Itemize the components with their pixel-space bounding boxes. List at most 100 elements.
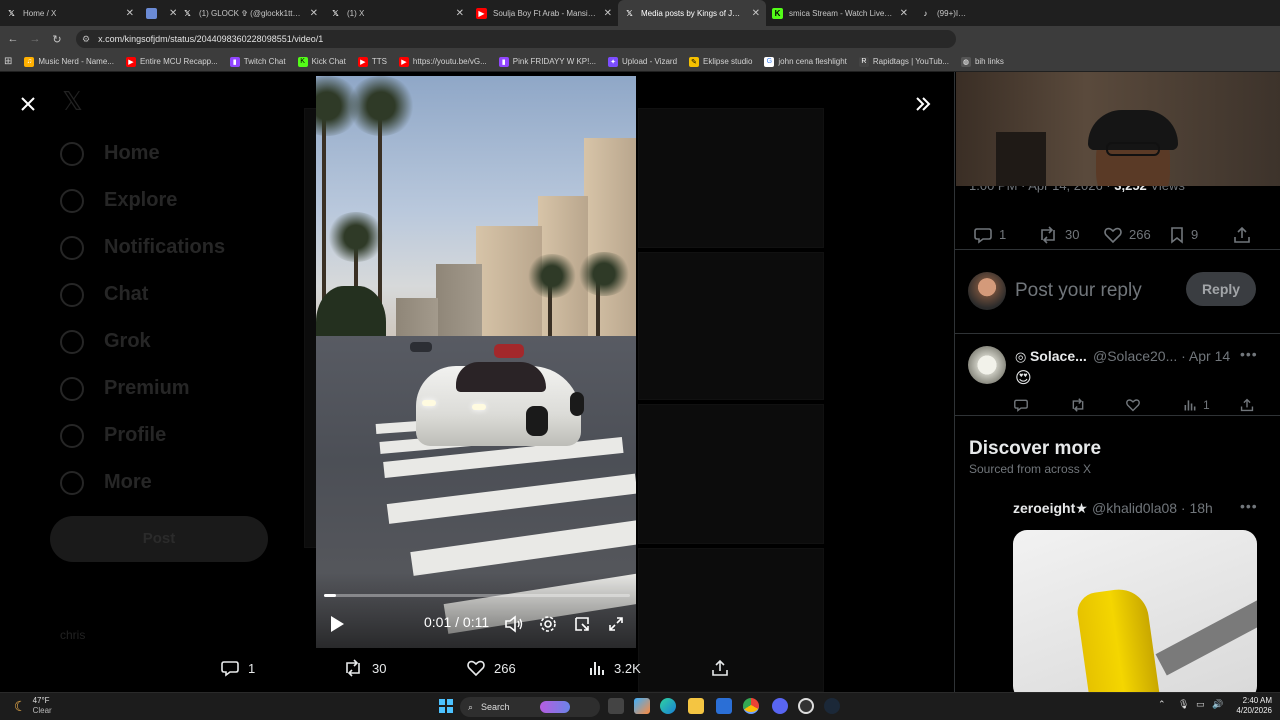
browser-tab[interactable]: 𝕏 Home / X ✕ xyxy=(0,0,140,26)
share-action[interactable] xyxy=(1232,226,1258,244)
reload-icon[interactable]: ↻ xyxy=(46,33,68,46)
avatar[interactable] xyxy=(968,346,1006,384)
views-count: 3.2K xyxy=(614,660,641,676)
close-icon[interactable] xyxy=(16,92,40,116)
bg-nav-item: Premium xyxy=(50,365,290,412)
discord-icon[interactable] xyxy=(772,698,788,714)
windows-start-icon[interactable] xyxy=(438,698,454,714)
close-icon[interactable]: ✕ xyxy=(310,8,318,19)
close-icon[interactable]: ✕ xyxy=(126,8,134,19)
discover-media[interactable] xyxy=(1013,530,1257,692)
video-progress-bar[interactable] xyxy=(324,594,630,597)
tray-chevron-icon[interactable]: ⌃ xyxy=(1158,699,1166,710)
reply-action[interactable]: 1 xyxy=(220,656,255,680)
heart-icon[interactable] xyxy=(1125,398,1141,412)
discover-author-handle[interactable]: @khalid0la08 · 18h xyxy=(1092,500,1213,516)
browser-tab-active[interactable]: 𝕏 Media posts by Kings of JDM ( ✕ xyxy=(618,0,766,26)
bookmark-item[interactable]: Gjohn cena fleshlight xyxy=(764,56,847,67)
repost-icon[interactable] xyxy=(1069,398,1087,412)
views-action[interactable]: 1 xyxy=(1183,398,1210,412)
reply-input[interactable]: Post your reply xyxy=(1015,280,1142,302)
close-icon[interactable]: ✕ xyxy=(456,8,464,19)
more-options-icon[interactable]: ••• xyxy=(1240,498,1258,514)
microphone-icon[interactable]: 🎙 xyxy=(1178,699,1189,710)
close-icon[interactable]: ✕ xyxy=(752,8,760,19)
volume-icon[interactable] xyxy=(502,612,526,636)
bookmark-item[interactable]: ▶ Entire MCU Recapp... xyxy=(125,56,218,67)
like-action[interactable]: 266 xyxy=(1103,226,1151,244)
like-count: 266 xyxy=(1129,227,1151,242)
more-options-icon[interactable]: ••• xyxy=(1240,346,1258,362)
copilot-icon[interactable] xyxy=(634,698,650,714)
task-view-icon[interactable] xyxy=(608,698,624,714)
browser-tab[interactable]: 𝕏 (1) X ✕ xyxy=(324,0,470,26)
bookmark-item[interactable]: ✦ Upload - Vizard xyxy=(608,56,677,67)
expand-panel-icon[interactable] xyxy=(910,92,936,116)
views-action[interactable]: 3.2K xyxy=(588,656,641,680)
taskbar-search[interactable]: ⌕ Search xyxy=(460,697,600,717)
bookmark-item[interactable]: ▶ TTS xyxy=(357,56,387,67)
share-action[interactable] xyxy=(710,656,738,680)
bookmark-item[interactable]: ◍ bih links xyxy=(960,56,1004,67)
volume-icon[interactable]: 🔊 xyxy=(1212,699,1223,710)
reply-button[interactable]: Reply xyxy=(1186,272,1256,306)
bookmark-item[interactable]: ▶ https://youtu.be/vG... xyxy=(398,56,487,67)
browser-tab[interactable]: K smica Stream - Watch Live on K ✕ xyxy=(766,0,914,26)
browser-tab[interactable]: ▶ Soulja Boy Ft Arab - Mansion P ✕ xyxy=(470,0,618,26)
bookmark-item[interactable]: K Kick Chat xyxy=(297,56,346,67)
store-icon[interactable] xyxy=(716,698,732,714)
close-icon[interactable]: ✕ xyxy=(169,8,176,19)
video-car-red xyxy=(494,344,524,358)
bookmark-item[interactable]: ✎ Eklipse studio xyxy=(689,56,752,67)
bookmark-item[interactable]: R Rapidtags | YouTub... xyxy=(858,56,949,67)
like-action[interactable]: 266 xyxy=(466,656,516,680)
kick-icon: K xyxy=(297,56,308,67)
picture-in-picture-icon[interactable] xyxy=(570,612,594,636)
repost-count: 30 xyxy=(372,660,387,676)
close-icon[interactable]: ✕ xyxy=(900,8,908,19)
bookmark-item[interactable]: ▮ Pink FRIDAYY W KP!... xyxy=(498,56,596,67)
apps-icon[interactable]: ⊞ xyxy=(4,56,12,67)
weather-text: 47°F Clear xyxy=(33,696,52,716)
browser-tab[interactable]: 𝕏 (1) GLOCK ✞ (@glockk1tty) / X ✕ xyxy=(176,0,324,26)
bookmark-label: bih links xyxy=(974,57,1004,66)
more-icon xyxy=(60,470,84,495)
tab-title: Media posts by Kings of JDM ( xyxy=(641,8,746,18)
taskbar-clock[interactable]: 2:40 AM 4/20/2026 xyxy=(1230,696,1272,716)
file-explorer-icon[interactable] xyxy=(688,698,704,714)
browser-tab[interactable]: ♪ (99+)I need xyxy=(914,0,974,26)
reply-icon[interactable] xyxy=(1013,398,1029,412)
play-button[interactable] xyxy=(326,612,348,636)
forward-icon[interactable]: → xyxy=(24,33,46,45)
share-icon[interactable] xyxy=(1239,398,1255,412)
back-icon[interactable]: ← xyxy=(2,33,24,45)
edge-icon[interactable] xyxy=(660,698,676,714)
reply-author-name[interactable]: ◎ Solace... xyxy=(1015,348,1087,365)
close-icon[interactable]: ✕ xyxy=(604,8,612,19)
network-icon[interactable]: ▭ xyxy=(1196,699,1205,710)
weather-widget[interactable]: ☾ 47°F Clear xyxy=(14,696,52,716)
webcam-person-glasses xyxy=(1106,142,1160,156)
share-icon xyxy=(712,659,728,676)
bookmark-action[interactable]: 9 xyxy=(1169,226,1198,244)
reply-action[interactable]: 1 xyxy=(973,226,1006,244)
repost-action[interactable]: 30 xyxy=(342,656,386,680)
reply-author-handle[interactable]: @Solace20... · Apr 14 xyxy=(1093,348,1230,364)
bookmark-label: Twitch Chat xyxy=(243,57,286,66)
discover-author-name[interactable]: zeroeight★ xyxy=(1013,500,1088,517)
reply-post[interactable]: ◎ Solace... @Solace20... · Apr 14 ••• 😍 … xyxy=(955,336,1280,416)
repost-action[interactable]: 30 xyxy=(1037,225,1079,244)
fullscreen-icon[interactable] xyxy=(604,612,628,636)
weather-icon: ☾ xyxy=(14,698,27,714)
bookmark-item[interactable]: ▮ Twitch Chat xyxy=(229,56,286,67)
settings-icon[interactable] xyxy=(536,612,560,636)
steam-icon[interactable] xyxy=(824,698,840,714)
video-player[interactable] xyxy=(316,76,636,648)
bookmark-item[interactable]: ♫ Music Nerd - Name... xyxy=(24,56,114,67)
obs-icon[interactable] xyxy=(798,698,814,714)
chrome-icon[interactable] xyxy=(743,698,759,714)
address-bar[interactable]: ⚙ x.com/kingsofjdm/status/20440983602280… xyxy=(76,30,956,48)
bg-nav-label: Premium xyxy=(104,377,190,399)
browser-tab[interactable]: ✕ xyxy=(140,0,176,26)
site-info-icon[interactable]: ⚙ xyxy=(82,34,90,45)
